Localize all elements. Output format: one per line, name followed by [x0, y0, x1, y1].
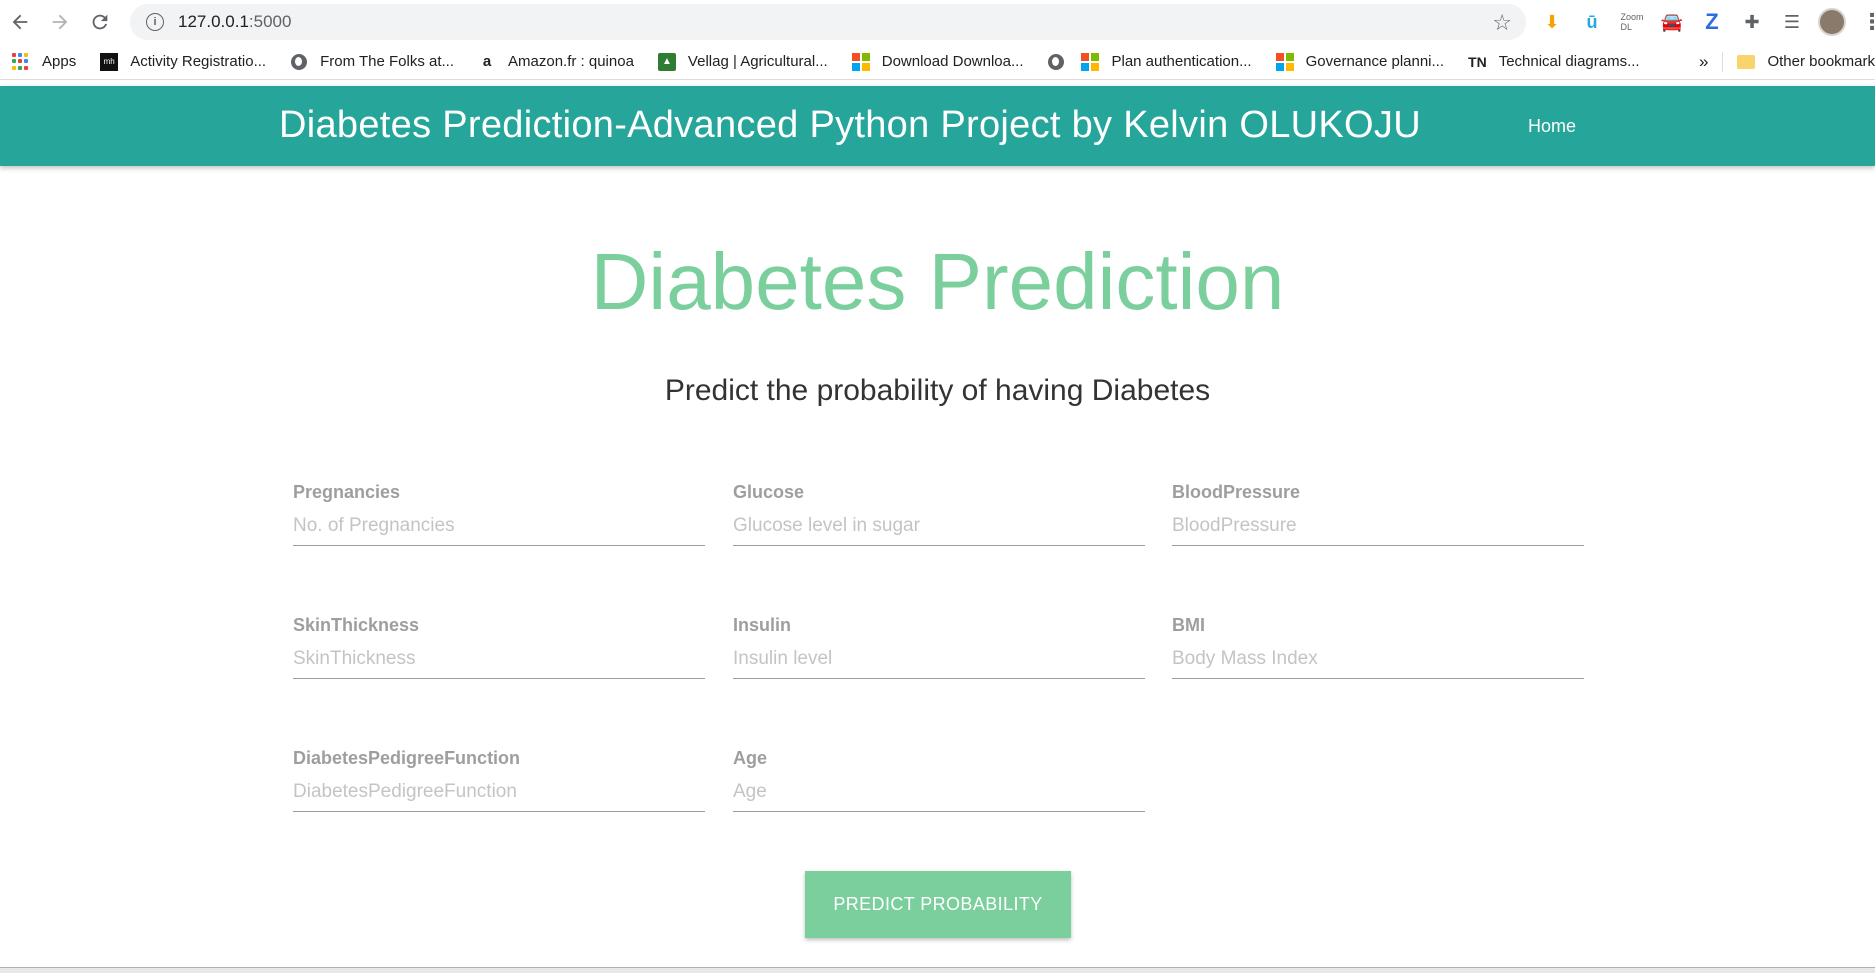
age-label: Age: [733, 748, 768, 768]
app-header: Diabetes Prediction-Advanced Python Proj…: [0, 86, 1875, 166]
pedigree-function-label: DiabetesPedigreeFunction: [293, 748, 521, 768]
bookmark-label: Activity Registratio...: [130, 53, 267, 70]
bookmark-technical-diagrams[interactable]: TN Technical diagrams...: [1456, 48, 1652, 76]
blood-pressure-field: BloodPressure: [1172, 482, 1584, 558]
forward-icon[interactable]: [40, 2, 80, 42]
bookmark-apps[interactable]: Apps: [0, 48, 88, 76]
blood-pressure-input[interactable]: [1172, 506, 1584, 546]
extension-download-icon[interactable]: ⬇: [1532, 2, 1572, 42]
amazon-icon: a: [482, 53, 492, 70]
url-host: 127.0.0.1: [178, 12, 249, 31]
skin-thickness-input[interactable]: [293, 639, 705, 679]
bookmark-label: From The Folks at...: [320, 53, 455, 70]
extension-z-icon[interactable]: Z: [1692, 2, 1732, 42]
blood-pressure-label: BloodPressure: [1172, 482, 1301, 502]
bookmark-from-the-folks[interactable]: From The Folks at...: [278, 48, 466, 76]
extension-zoom-dl-icon[interactable]: Zoom DL: [1612, 2, 1652, 42]
microsoft-icon: [1081, 52, 1100, 71]
bookmark-label: Governance planni...: [1305, 53, 1445, 70]
bmi-label: BMI: [1172, 615, 1205, 635]
bookmark-label: Amazon.fr : quinoa: [508, 53, 634, 70]
bookmark-governance[interactable]: Governance planni...: [1264, 48, 1456, 76]
bookmark-label: Vellag | Agricultural...: [687, 53, 828, 70]
glucose-label: Glucose: [733, 482, 805, 502]
bookmark-label: Download Downloa...: [881, 53, 1024, 70]
globe-icon: [1047, 53, 1065, 71]
insulin-field: Insulin: [733, 615, 1145, 691]
other-bookmarks[interactable]: Other bookmark: [1733, 48, 1875, 76]
profile-avatar[interactable]: [1812, 2, 1852, 42]
pedigree-function-input[interactable]: [293, 772, 705, 812]
pregnancies-input[interactable]: [293, 506, 705, 546]
address-bar[interactable]: i 127.0.0.1:5000 ☆: [130, 4, 1526, 40]
bookmark-label: Apps: [42, 53, 77, 70]
pregnancies-field: Pregnancies: [293, 482, 705, 558]
pregnancies-label: Pregnancies: [293, 482, 401, 502]
glucose-field: Glucose: [733, 482, 1145, 558]
browser-toolbar: i 127.0.0.1:5000 ☆ ⬇ ū Zoom DL 🚘 Z ✚ ☰ ⋮: [0, 0, 1875, 44]
back-icon[interactable]: [0, 2, 40, 42]
bmi-field: BMI: [1172, 615, 1584, 691]
glucose-input[interactable]: [733, 506, 1145, 546]
apps-grid-icon: [12, 52, 30, 71]
bookmark-label: Technical diagrams...: [1498, 53, 1640, 70]
extension-car-icon[interactable]: 🚘: [1652, 2, 1692, 42]
bookmark-plan-authentication[interactable]: Plan authentication...: [1069, 48, 1263, 76]
insulin-label: Insulin: [733, 615, 791, 635]
more-bookmarks-chevron-icon[interactable]: »: [1685, 52, 1722, 72]
other-bookmarks-label: Other bookmark: [1767, 53, 1875, 70]
skin-thickness-field: SkinThickness: [293, 615, 705, 691]
app-title: Diabetes Prediction-Advanced Python Proj…: [279, 104, 1421, 146]
home-link[interactable]: Home: [1528, 116, 1576, 137]
tractor-icon: ▲: [657, 52, 676, 71]
url-port: :5000: [248, 12, 292, 31]
site-info-icon[interactable]: i: [146, 13, 164, 31]
globe-icon: [290, 53, 308, 71]
tn-icon: TN: [1468, 53, 1487, 70]
url-text[interactable]: 127.0.0.1:5000: [178, 12, 291, 32]
bookmark-vellag[interactable]: ▲ Vellag | Agricultural...: [646, 48, 840, 76]
bookmark-activity-registration[interactable]: mh Activity Registratio...: [88, 48, 278, 76]
bookmark-star-icon[interactable]: ☆: [1492, 10, 1512, 36]
bookmark-download[interactable]: Download Downloa...: [840, 48, 1036, 76]
page-title: Diabetes Prediction: [590, 237, 1285, 326]
page-subtitle: Predict the probability of having Diabet…: [664, 374, 1211, 407]
age-input[interactable]: [733, 772, 1145, 812]
extensions-puzzle-icon[interactable]: ✚: [1732, 2, 1772, 42]
bookmark-amazon[interactable]: a Amazon.fr : quinoa: [466, 48, 646, 76]
taskbar-edge: [0, 967, 1875, 973]
bookmarks-divider: [1722, 51, 1724, 72]
bookmarks-bar: Apps mh Activity Registratio... From The…: [0, 44, 1875, 80]
microsoft-icon: [851, 52, 870, 71]
pedigree-function-field: DiabetesPedigreeFunction: [293, 748, 705, 824]
bmi-input[interactable]: [1172, 639, 1584, 679]
folder-icon: [1737, 54, 1756, 69]
extensions-bar: ⬇ ū Zoom DL 🚘 Z ✚ ☰ ⋮: [1532, 0, 1875, 44]
reload-icon[interactable]: [80, 2, 120, 42]
skin-thickness-label: SkinThickness: [293, 615, 420, 635]
predict-probability-button[interactable]: PREDICT PROBABILITY: [805, 871, 1071, 938]
age-field: Age: [733, 748, 1145, 824]
extension-u-icon[interactable]: ū: [1572, 2, 1612, 42]
bookmark-label: Plan authentication...: [1111, 53, 1252, 70]
reading-list-icon[interactable]: ☰: [1772, 2, 1812, 42]
menu-kebab-icon[interactable]: ⋮: [1852, 2, 1875, 42]
microsoft-icon: [1275, 52, 1294, 71]
mh-logo-icon: mh: [100, 52, 119, 71]
bookmark-globe[interactable]: [1035, 48, 1069, 76]
insulin-input[interactable]: [733, 639, 1145, 679]
